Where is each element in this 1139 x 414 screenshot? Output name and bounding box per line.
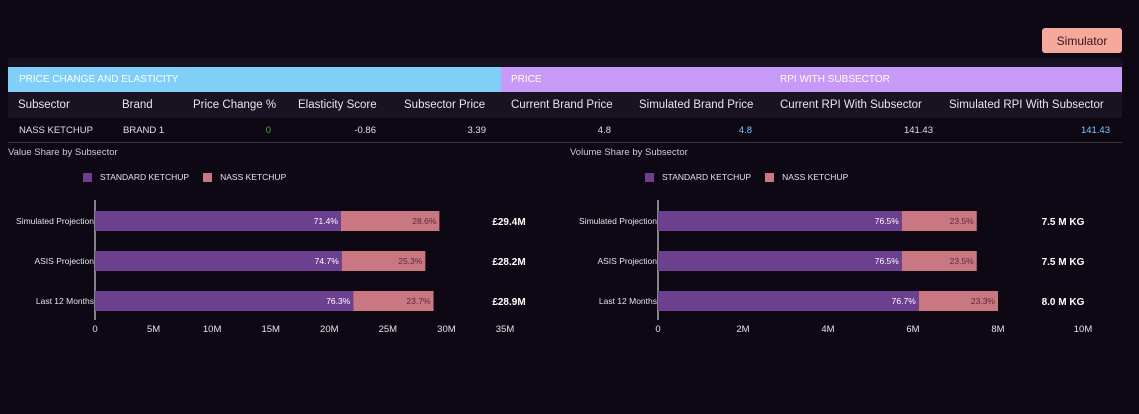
column-header-subsector[interactable]: Subsector <box>18 92 70 118</box>
x-tick-label: 0 <box>92 324 97 335</box>
column-header-current-brand-price[interactable]: Current Brand Price <box>511 92 613 118</box>
cell-simulated-brand-price: 4.8 <box>738 124 752 136</box>
value-share-legend: STANDARD KETCHUP NASS KETCHUP <box>83 172 286 182</box>
total-label: 8.0 M KG <box>1042 297 1085 308</box>
data-label: 76.5% <box>875 216 900 226</box>
x-tick-label: 10M <box>1074 324 1093 335</box>
group-price: PRICE <box>511 74 542 85</box>
x-tick-label: 0 <box>655 324 660 335</box>
x-tick-label: 2M <box>736 324 749 335</box>
column-header-price-change[interactable]: Price Change % <box>193 92 276 118</box>
x-tick-label: 5M <box>147 324 160 335</box>
category-label: Last 12 Months <box>36 296 94 306</box>
bar-standard-ketchup <box>95 251 342 271</box>
value-share-title: Value Share by Subsector <box>8 147 118 158</box>
legend-label-standard: STANDARD KETCHUP <box>662 172 752 182</box>
data-label: 23.7% <box>406 296 431 306</box>
volume-share-chart: Simulated Projection 76.5% 23.5% 7.5 M KG AS… <box>579 200 1093 335</box>
total-label: £28.9M <box>492 297 525 308</box>
data-label: 71.4% <box>314 216 339 226</box>
category-label: Simulated Projection <box>579 216 657 226</box>
x-tick-label: 6M <box>906 324 919 335</box>
category-label: ASIS Projection <box>34 256 94 266</box>
data-label: 76.5% <box>875 256 900 266</box>
bar-standard-ketchup <box>658 211 902 231</box>
category-label: ASIS Projection <box>597 256 657 266</box>
bar-standard-ketchup <box>95 291 354 311</box>
legend-label-standard: STANDARD KETCHUP <box>100 172 190 182</box>
column-header-brand[interactable]: Brand <box>122 92 153 118</box>
price-elasticity-table: PRICE CHANGE AND ELASTICITY PRICE RPI WI… <box>8 58 1122 143</box>
data-label: 76.3% <box>326 296 351 306</box>
category-label: Last 12 Months <box>599 296 657 306</box>
column-header-current-rpi[interactable]: Current RPI With Subsector <box>780 92 922 118</box>
x-tick-label: 8M <box>991 324 1004 335</box>
x-tick-label: 35M <box>496 324 515 335</box>
data-label: 28.6% <box>412 216 437 226</box>
x-tick-label: 15M <box>261 324 280 335</box>
bar-standard-ketchup <box>658 291 919 311</box>
table-group-header: PRICE CHANGE AND ELASTICITY PRICE RPI WI… <box>8 67 1122 92</box>
total-label: £28.2M <box>492 257 525 268</box>
x-tick-label: 25M <box>379 324 398 335</box>
data-label: 23.3% <box>971 296 996 306</box>
value-share-chart: Simulated Projection 71.4% 28.6% £29.4M ASIS… <box>16 200 526 335</box>
simulator-button[interactable]: Simulator <box>1042 28 1122 53</box>
volume-share-legend: STANDARD KETCHUP NASS KETCHUP <box>645 172 848 182</box>
data-label: 74.7% <box>315 256 340 266</box>
bar-standard-ketchup <box>658 251 902 271</box>
cell-brand: BRAND 1 <box>123 124 165 136</box>
legend-swatch-nass <box>765 172 775 182</box>
group-price-rpi: PRICE RPI WITH SUBSECTOR <box>501 67 1122 92</box>
cell-simulated-rpi: 141.43 <box>1080 124 1110 136</box>
cell-elasticity: -0.86 <box>354 124 376 136</box>
volume-share-title: Volume Share by Subsector <box>570 147 688 158</box>
group-rpi-with-subsector: RPI WITH SUBSECTOR <box>780 74 890 85</box>
legend-label-nass: NASS KETCHUP <box>782 172 849 182</box>
cell-current-rpi: 141.43 <box>903 124 933 136</box>
x-tick-label: 10M <box>203 324 222 335</box>
x-tick-label: 20M <box>320 324 339 335</box>
data-label: 23.5% <box>950 256 975 266</box>
legend-label-nass: NASS KETCHUP <box>220 172 287 182</box>
table-row: NASS KETCHUP BRAND 1 0 -0.86 3.39 4.8 4.… <box>8 118 1122 143</box>
column-header-simulated-brand-price[interactable]: Simulated Brand Price <box>639 92 753 118</box>
total-label: 7.5 M KG <box>1042 257 1085 268</box>
cell-current-brand-price: 4.8 <box>597 124 611 136</box>
data-label: 25.3% <box>398 256 423 266</box>
cell-price-change: 0 <box>265 124 271 136</box>
legend-swatch-standard <box>83 172 92 182</box>
cell-subsector-price: 3.39 <box>467 124 487 136</box>
legend-swatch-standard <box>645 172 654 182</box>
total-label: £29.4M <box>492 217 525 228</box>
category-label: Simulated Projection <box>16 216 94 226</box>
table-header-row: Subsector Brand Price Change % Elasticit… <box>8 92 1122 118</box>
column-header-subsector-price[interactable]: Subsector Price <box>404 92 485 118</box>
group-price-change-elasticity: PRICE CHANGE AND ELASTICITY <box>8 67 501 92</box>
table-top-bar <box>8 58 1122 67</box>
x-tick-label: 4M <box>821 324 834 335</box>
data-label: 76.7% <box>892 296 917 306</box>
total-label: 7.5 M KG <box>1042 217 1085 228</box>
column-header-simulated-rpi[interactable]: Simulated RPI With Subsector <box>949 92 1104 118</box>
data-label: 23.5% <box>950 216 975 226</box>
cell-subsector: NASS KETCHUP <box>19 124 93 136</box>
bar-standard-ketchup <box>95 211 341 231</box>
x-tick-label: 30M <box>437 324 456 335</box>
column-header-elasticity-score[interactable]: Elasticity Score <box>298 92 377 118</box>
legend-swatch-nass <box>203 172 213 182</box>
